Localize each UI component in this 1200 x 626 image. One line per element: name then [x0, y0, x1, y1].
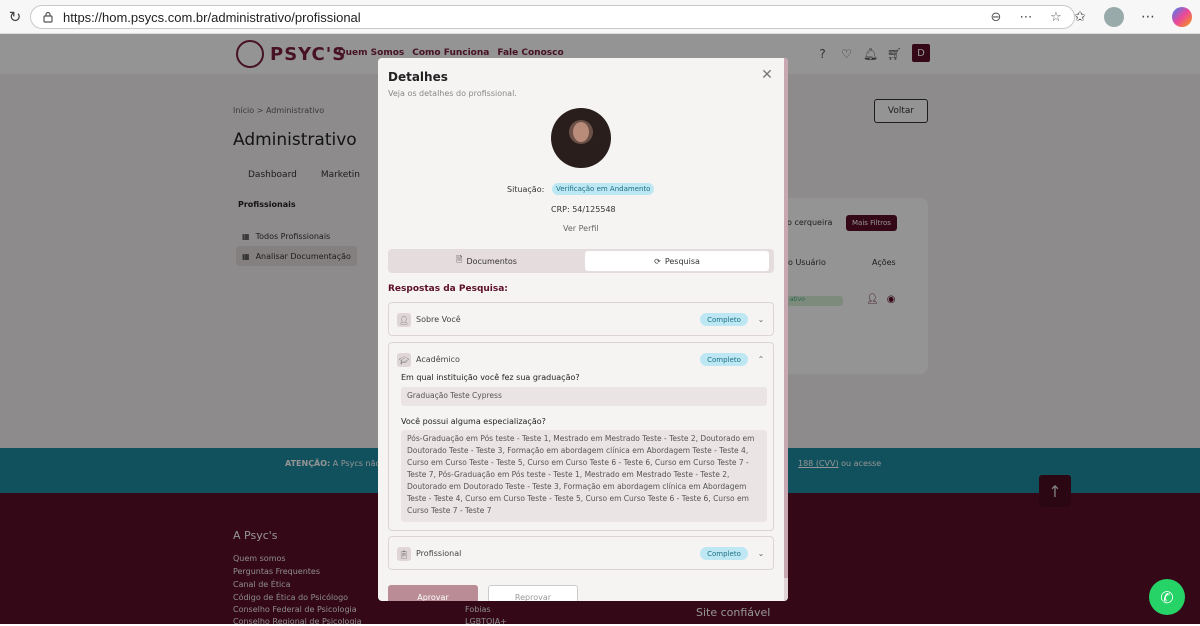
user-icon: 👤︎ — [397, 313, 411, 327]
answer-box: Graduação Teste Cypress — [401, 387, 767, 406]
whatsapp-button[interactable]: ✆ — [1149, 579, 1185, 615]
profile-avatar-icon[interactable] — [1104, 7, 1124, 27]
favorites-icon[interactable]: ✩ — [1070, 7, 1090, 27]
copilot-icon[interactable] — [1172, 7, 1192, 27]
question-label: Você possui alguma especialização? — [401, 417, 546, 426]
status-badge: Completo — [700, 547, 748, 560]
accordion-header[interactable]: 👤︎ Sobre Você Completo ⌄ — [389, 303, 775, 337]
survey-icon: ⟳ — [654, 256, 661, 266]
ver-perfil-link[interactable]: Ver Perfil — [563, 224, 599, 233]
answer-box: Pós-Graduação em Pós teste - Teste 1, Me… — [401, 430, 767, 522]
situacao-label: Situação: — [507, 185, 545, 194]
tab-documentos[interactable]: 🗎 Documentos — [390, 251, 583, 271]
respostas-title: Respostas da Pesquisa: — [388, 284, 508, 294]
more-tools-icon[interactable]: ⋯ — [1018, 9, 1034, 25]
url-text: https://hom.psycs.com.br/administrativo/… — [63, 9, 361, 25]
modal-tabs: 🗎 Documentos ⟳ Pesquisa — [388, 249, 774, 273]
accordion-label: Acadêmico — [416, 355, 460, 364]
close-icon[interactable]: ✕ — [760, 68, 774, 82]
status-badge: Completo — [700, 353, 748, 366]
status-badge: Completo — [700, 313, 748, 326]
refresh-icon[interactable]: ↻ — [0, 0, 30, 34]
accordion-profissional: 📋︎ Profissional Completo ⌄ — [388, 536, 774, 570]
accordion-sobre-voce: 👤︎ Sobre Você Completo ⌄ — [388, 302, 774, 336]
question-label: Em qual instituição você fez sua graduaç… — [401, 373, 580, 382]
situacao-badge: Verificação em Andamento — [552, 183, 655, 195]
accordion-label: Sobre Você — [416, 315, 461, 324]
browser-menu-icon[interactable]: ⋯ — [1138, 7, 1158, 27]
favorite-star-icon[interactable]: ☆ — [1048, 9, 1064, 25]
details-modal: Detalhes Veja os detalhes do profissiona… — [378, 58, 788, 601]
crp-number: CRP: 54/125548 — [551, 205, 616, 214]
address-bar[interactable]: https://hom.psycs.com.br/administrativo/… — [30, 5, 1075, 29]
zoom-icon[interactable]: ⊖ — [988, 9, 1004, 25]
site-info-icon[interactable] — [41, 10, 55, 24]
tab-pesquisa[interactable]: ⟳ Pesquisa — [585, 251, 769, 271]
modal-subtitle: Veja os detalhes do profissional. — [388, 89, 517, 98]
chevron-down-icon[interactable]: ⌄ — [755, 313, 767, 325]
chevron-up-icon[interactable]: ⌃ — [755, 353, 767, 365]
tab-label: Pesquisa — [664, 256, 700, 266]
accordion-header[interactable]: 🎓︎ Acadêmico Completo ⌃ — [389, 343, 775, 377]
accordion-label: Profissional — [416, 549, 462, 558]
aprovar-button[interactable]: Aprovar — [388, 585, 478, 601]
document-icon: 🗎 — [456, 255, 463, 264]
profile-photo — [551, 108, 611, 168]
clipboard-icon: 📋︎ — [397, 547, 411, 561]
photo-face — [573, 122, 589, 142]
scrollbar-thumb[interactable] — [784, 58, 788, 578]
browser-toolbar: ↻ https://hom.psycs.com.br/administrativ… — [0, 0, 1200, 34]
modal-scrollbar[interactable] — [784, 58, 788, 601]
accordion-header[interactable]: 📋︎ Profissional Completo ⌄ — [389, 537, 775, 571]
modal-title: Detalhes — [388, 70, 448, 84]
chevron-down-icon[interactable]: ⌄ — [755, 547, 767, 559]
accordion-academico: 🎓︎ Acadêmico Completo ⌃ Em qual institui… — [388, 342, 774, 531]
tab-label: Documentos — [466, 256, 517, 266]
reprovar-button[interactable]: Reprovar — [488, 585, 578, 601]
graduation-cap-icon: 🎓︎ — [397, 353, 411, 367]
